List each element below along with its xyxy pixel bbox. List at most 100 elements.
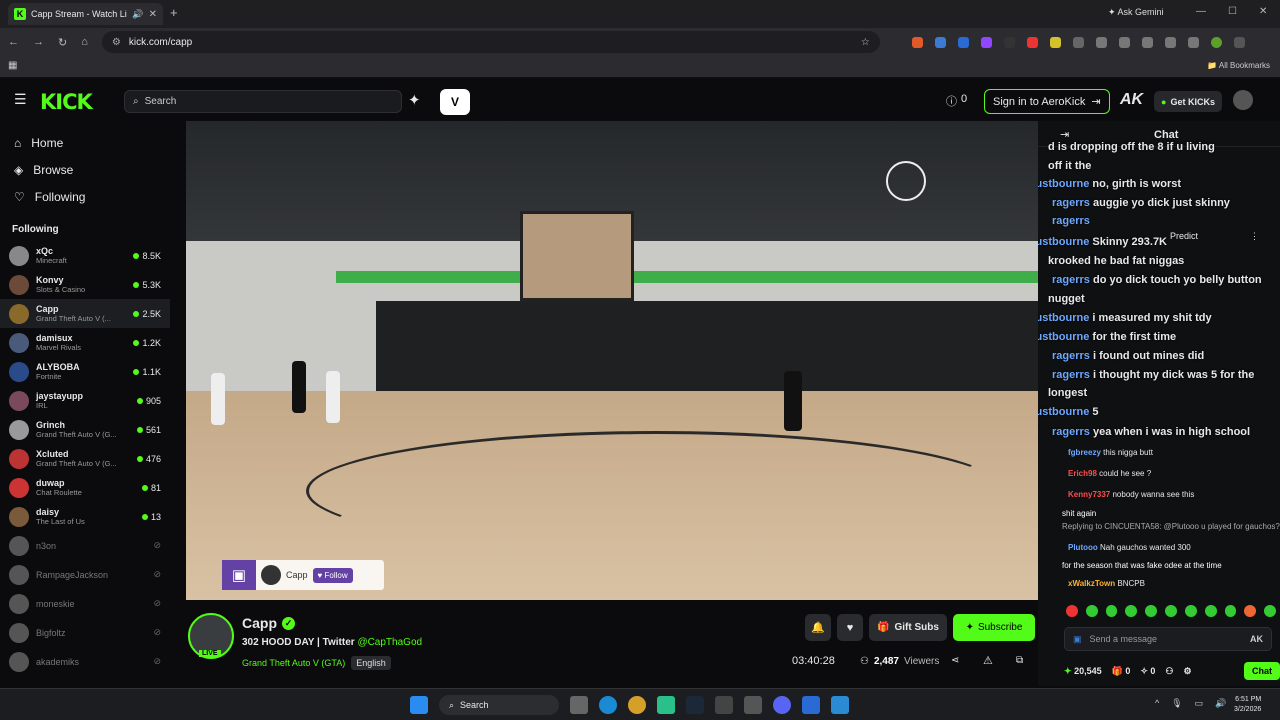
chat-username[interactable]: fgbreezy	[1068, 448, 1101, 457]
puzzle-icon[interactable]	[1072, 36, 1084, 48]
taskbar-search[interactable]: ⌕ Search	[439, 695, 559, 715]
kicks-balance[interactable]: ✦ 20,545	[1064, 666, 1102, 677]
sidebar-channel[interactable]: Bigfoltz ⊘	[0, 618, 170, 647]
sidebar-channel[interactable]: damisux Marvel Rivals 1.2K	[0, 328, 170, 357]
chrome-icon[interactable]	[628, 696, 646, 714]
app-icon[interactable]	[715, 696, 733, 714]
sidebar-channel[interactable]: daisy The Last of Us 13	[0, 502, 170, 531]
sidebar-channel[interactable]: Xcluted Grand Theft Auto V (G... 476	[0, 444, 170, 473]
chat-username[interactable]: ragerrs	[1052, 350, 1090, 362]
emote-icon[interactable]	[1165, 605, 1177, 617]
reload-icon[interactable]: ↻	[58, 36, 67, 49]
notifications-button[interactable]: ⓘ 0	[946, 93, 967, 109]
extension-icon[interactable]	[1095, 36, 1107, 48]
chat-username[interactable]: augustbourne	[1038, 236, 1089, 248]
extension-icon[interactable]	[957, 36, 969, 48]
sidebar-channel[interactable]: Capp Grand Theft Auto V (... 2.5K	[0, 299, 170, 328]
chat-username[interactable]: xWalkzTown	[1068, 579, 1115, 588]
menu-icon[interactable]	[1187, 36, 1199, 48]
nav-home[interactable]: ⌂ Home	[0, 129, 170, 156]
ask-gemini-button[interactable]: ✦ Ask Gemini	[1108, 7, 1164, 18]
sparkle-icon[interactable]: ✦	[408, 91, 421, 109]
extension-icon[interactable]	[1141, 36, 1153, 48]
subscribe-button[interactable]: ✦ Subscribe	[953, 614, 1035, 641]
sidebar-channel[interactable]: RampageJackson ⊘	[0, 560, 170, 589]
close-window-icon[interactable]: ✕	[1259, 6, 1267, 17]
sidebar-channel[interactable]: xQc Minecraft 8.5K	[0, 241, 170, 270]
maximize-icon[interactable]: ☐	[1228, 6, 1237, 17]
extension-icon[interactable]	[1026, 36, 1038, 48]
sidebar-channel[interactable]: duwap Chat Roulette 81	[0, 473, 170, 502]
ak-chat-icon[interactable]: AK	[1250, 634, 1263, 644]
clock[interactable]: 6:51 PM 3/2/2026	[1234, 695, 1261, 715]
extension-icon[interactable]	[911, 36, 923, 48]
app-icon[interactable]	[744, 696, 762, 714]
close-tab-icon[interactable]: ✕	[149, 9, 157, 20]
chat-username[interactable]: Kenny7337	[1068, 490, 1110, 499]
chat-username[interactable]: ragerrs	[1052, 426, 1090, 438]
url-field[interactable]: ⚙ kick.com/capp ☆	[101, 31, 880, 53]
all-bookmarks-button[interactable]: 📁 All Bookmarks	[1207, 61, 1270, 70]
chat-username[interactable]: ragerrs	[1052, 215, 1090, 227]
follow-heart-button[interactable]: ♥	[837, 614, 863, 641]
chat-username[interactable]: ragerrs	[1052, 197, 1090, 209]
emote-icon[interactable]	[1224, 605, 1237, 617]
emote-icon[interactable]	[1125, 605, 1138, 617]
network-icon[interactable]: ▭	[1195, 698, 1204, 709]
chat-username[interactable]: Plutooo	[1068, 543, 1098, 552]
chat-username[interactable]: Erich98	[1068, 469, 1097, 478]
site-info-icon[interactable]: ⚙	[112, 37, 121, 48]
user-icon[interactable]: ⚇	[1165, 666, 1173, 677]
emote-icon[interactable]	[1264, 605, 1276, 617]
sidebar-channel[interactable]: ALYBOBA Fortnite 1.1K	[0, 357, 170, 386]
back-icon[interactable]: ←	[8, 36, 19, 48]
microphone-icon[interactable]: 🎙	[1171, 698, 1182, 709]
language-tag[interactable]: English	[351, 656, 391, 670]
edge-icon[interactable]	[599, 696, 617, 714]
emote-icon[interactable]	[1105, 605, 1118, 617]
bookmark-star-icon[interactable]: ☆	[861, 37, 870, 48]
extension-icon[interactable]	[980, 36, 992, 48]
extension-icon[interactable]	[1049, 36, 1061, 48]
kick-logo[interactable]: KICK	[40, 90, 93, 114]
sidebar-channel[interactable]: moneskie ⊘	[0, 589, 170, 618]
chat-username[interactable]: ragerrs	[1052, 274, 1090, 286]
profile-avatar-icon[interactable]	[1210, 36, 1222, 48]
share-icon[interactable]: ⋖	[951, 655, 959, 666]
gift-count[interactable]: 🎁 0	[1112, 666, 1131, 677]
predict-button[interactable]: Predict	[1170, 231, 1198, 241]
browser-tab[interactable]: K Capp Stream - Watch Live ... 🔊 ✕	[8, 3, 163, 25]
new-tab-icon[interactable]: +	[170, 5, 178, 20]
gift-subs-button[interactable]: 🎁 Gift Subs	[869, 614, 947, 641]
extension-icon[interactable]	[1003, 36, 1015, 48]
download-icon[interactable]	[1164, 36, 1176, 48]
video-player[interactable]	[186, 121, 1038, 600]
nav-browse[interactable]: ◈ Browse	[0, 156, 170, 183]
chat-username[interactable]: augustbourne	[1038, 178, 1089, 190]
popout-icon[interactable]: ⧉	[1016, 655, 1023, 666]
chat-input[interactable]: ▣ Send a message AK	[1064, 627, 1272, 651]
notification-bell-button[interactable]: 🔔	[805, 614, 831, 641]
get-kicks-button[interactable]: ● Get KICKs	[1154, 91, 1222, 112]
emote-icon[interactable]	[1066, 605, 1078, 617]
chat-username[interactable]: augustbourne	[1038, 312, 1089, 324]
more-options-icon[interactable]: ⋮	[1250, 231, 1259, 242]
emote-icon[interactable]	[1085, 605, 1098, 617]
sidebar-channel[interactable]: n3on ⊘	[0, 531, 170, 560]
chat-send-button[interactable]: Chat	[1244, 662, 1280, 680]
home-browser-icon[interactable]: ⌂	[81, 36, 88, 48]
chat-username[interactable]: ragerrs	[1052, 369, 1090, 381]
volume-icon[interactable]: 🔊	[1215, 698, 1226, 709]
apps-grid-icon[interactable]: ▦	[8, 60, 17, 71]
sidebar-channel[interactable]: Konvy Slots & Casino 5.3K	[0, 270, 170, 299]
more-icon[interactable]	[1233, 36, 1245, 48]
emote-icon[interactable]	[1244, 605, 1257, 617]
overlay-follow-button[interactable]: ♥ Follow	[312, 567, 353, 583]
audio-icon[interactable]: 🔊	[132, 9, 143, 20]
minimize-icon[interactable]: —	[1196, 6, 1206, 17]
user-avatar[interactable]	[1233, 90, 1253, 110]
hamburger-menu-icon[interactable]: ☰	[14, 91, 27, 108]
sidebar-channel[interactable]: akademiks ⊘	[0, 647, 170, 676]
extension-icon[interactable]	[1118, 36, 1130, 48]
discord-icon[interactable]	[773, 696, 791, 714]
